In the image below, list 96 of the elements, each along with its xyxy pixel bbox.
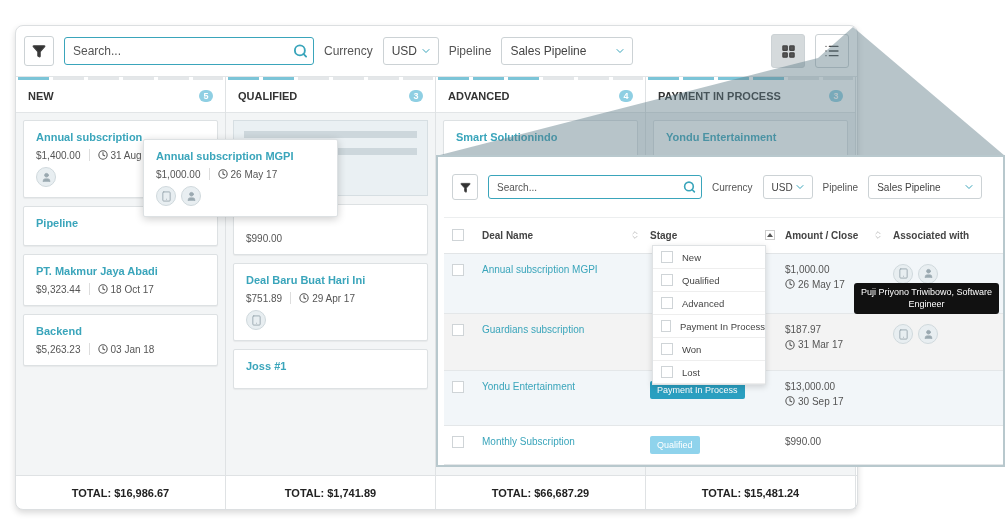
currency-select[interactable]: USD xyxy=(382,37,439,65)
list-icon xyxy=(824,43,840,59)
count-badge: 5 xyxy=(199,90,213,102)
clock-icon xyxy=(785,279,795,290)
pipeline-select[interactable]: Sales Pipeline xyxy=(501,37,634,65)
clock-icon xyxy=(785,396,795,406)
search-icon xyxy=(683,180,696,194)
deal-title[interactable]: Pipeline xyxy=(36,217,205,229)
column-header: Stage xyxy=(650,229,678,241)
deal-amount: $13,000.00 xyxy=(785,380,837,392)
column-header: Deal Name xyxy=(482,229,534,241)
deal-title[interactable]: Deal Baru Buat Hari Ini xyxy=(246,274,415,286)
sort-icon[interactable] xyxy=(873,230,883,241)
stage-option[interactable]: Payment In Process xyxy=(680,320,765,332)
filter-button[interactable] xyxy=(24,36,54,66)
row-checkbox[interactable] xyxy=(452,435,464,448)
column-total: TOTAL: $1,741.89 xyxy=(226,476,436,509)
pipeline-label: Pipeline xyxy=(822,181,859,193)
deal-amount: $1,400.00 xyxy=(36,149,81,161)
stage-checkbox[interactable] xyxy=(661,320,671,332)
close-date: 31 Mar 17 xyxy=(798,339,844,351)
count-badge: 3 xyxy=(409,90,423,102)
deal-amount: $990.00 xyxy=(246,233,283,244)
tooltip: Puji Priyono Triwibowo, Software Engineer xyxy=(854,283,999,315)
clock-icon xyxy=(785,339,795,350)
deal-name-link[interactable]: Monthly Subscription xyxy=(482,435,650,447)
search-field[interactable]: Search... xyxy=(488,175,702,199)
clock-icon xyxy=(217,169,228,179)
search-field[interactable]: Search... xyxy=(64,37,314,65)
pipeline-label: Pipeline xyxy=(448,44,492,58)
caret-button[interactable] xyxy=(765,230,775,241)
column-total: TOTAL: $16,986.67 xyxy=(16,476,226,509)
select-all-checkbox[interactable] xyxy=(452,229,464,242)
stage-checkbox[interactable] xyxy=(661,343,673,355)
deal-amount: $5,263.23 xyxy=(36,343,81,355)
close-date: 03 Jan 18 xyxy=(110,343,155,355)
search-icon xyxy=(293,43,308,59)
currency-label: Currency xyxy=(712,181,753,193)
deal-title[interactable]: PT. Makmur Jaya Abadi xyxy=(36,265,205,277)
deal-title[interactable]: Backend xyxy=(36,325,205,337)
column-title: QUALIFIED xyxy=(238,90,298,102)
filter-icon xyxy=(459,181,471,193)
stage-badge: Qualified xyxy=(650,435,700,454)
deal-amount: $187.97 xyxy=(785,324,823,336)
stage-checkbox[interactable] xyxy=(661,251,673,263)
close-date: 29 Apr 17 xyxy=(312,292,355,304)
stage-checkbox[interactable] xyxy=(661,366,673,378)
column-header: Amount / Close xyxy=(785,229,859,241)
deal-title[interactable]: Yondu Entertainment xyxy=(666,131,835,143)
deal-amount: $9,323.44 xyxy=(36,283,81,295)
stage-option[interactable]: Won xyxy=(682,343,702,355)
stage-checkbox[interactable] xyxy=(661,274,673,286)
list-view-button[interactable] xyxy=(815,34,849,68)
deal-amount: $751.89 xyxy=(246,292,283,304)
close-date: 30 Sep 17 xyxy=(798,395,844,407)
stage-checkbox[interactable] xyxy=(661,297,673,309)
count-badge: 3 xyxy=(829,90,843,102)
currency-label: Currency xyxy=(324,44,373,58)
column-header: Associated with xyxy=(893,229,970,241)
column-total: TOTAL: $15,481.24 xyxy=(646,476,856,509)
close-date: 18 Oct 17 xyxy=(110,283,154,295)
clock-icon xyxy=(97,150,108,160)
deal-name-link[interactable]: Yondu Entertainment xyxy=(482,380,650,392)
row-checkbox[interactable] xyxy=(452,263,464,276)
column-title: ADVANCED xyxy=(448,90,510,102)
stage-option[interactable]: New xyxy=(682,251,701,263)
deal-name-link[interactable]: Guardians subscription xyxy=(482,324,650,336)
deal-amount: $1,000.00 xyxy=(785,263,831,275)
grid-view-button[interactable] xyxy=(771,34,805,68)
deal-title[interactable]: Annual subscription xyxy=(36,131,205,143)
deal-amount: $990.00 xyxy=(785,435,823,447)
sort-icon[interactable] xyxy=(630,230,640,241)
close-date: 31 Aug xyxy=(110,149,142,161)
close-date: 26 May 17 xyxy=(230,168,278,180)
deal-title[interactable]: Joss #1 xyxy=(246,360,415,372)
column-title: NEW xyxy=(28,90,54,102)
deal-amount: $1,000.00 xyxy=(156,168,201,180)
pipeline-select[interactable]: Sales Pipeline xyxy=(868,175,983,199)
clock-icon xyxy=(97,284,108,294)
filter-button[interactable] xyxy=(452,174,478,200)
row-checkbox[interactable] xyxy=(452,380,464,393)
deal-name-link[interactable]: Annual subscription MGPI xyxy=(482,263,650,275)
currency-select[interactable]: USD xyxy=(762,175,813,199)
column-total: TOTAL: $66,687.29 xyxy=(436,476,646,509)
close-date: 26 May 17 xyxy=(798,278,845,290)
deal-title[interactable]: Annual subscription MGPI xyxy=(156,150,325,162)
count-badge: 4 xyxy=(619,90,633,102)
clock-icon xyxy=(97,344,108,354)
clock-icon xyxy=(299,293,310,303)
column-title: PAYMENT IN PROCESS xyxy=(658,90,781,102)
grid-icon xyxy=(780,43,796,59)
filter-icon xyxy=(32,44,46,58)
stage-option[interactable]: Lost xyxy=(682,366,700,378)
stage-option[interactable]: Qualified xyxy=(682,274,720,286)
row-checkbox[interactable] xyxy=(452,324,464,337)
stage-option[interactable]: Advanced xyxy=(682,297,725,309)
